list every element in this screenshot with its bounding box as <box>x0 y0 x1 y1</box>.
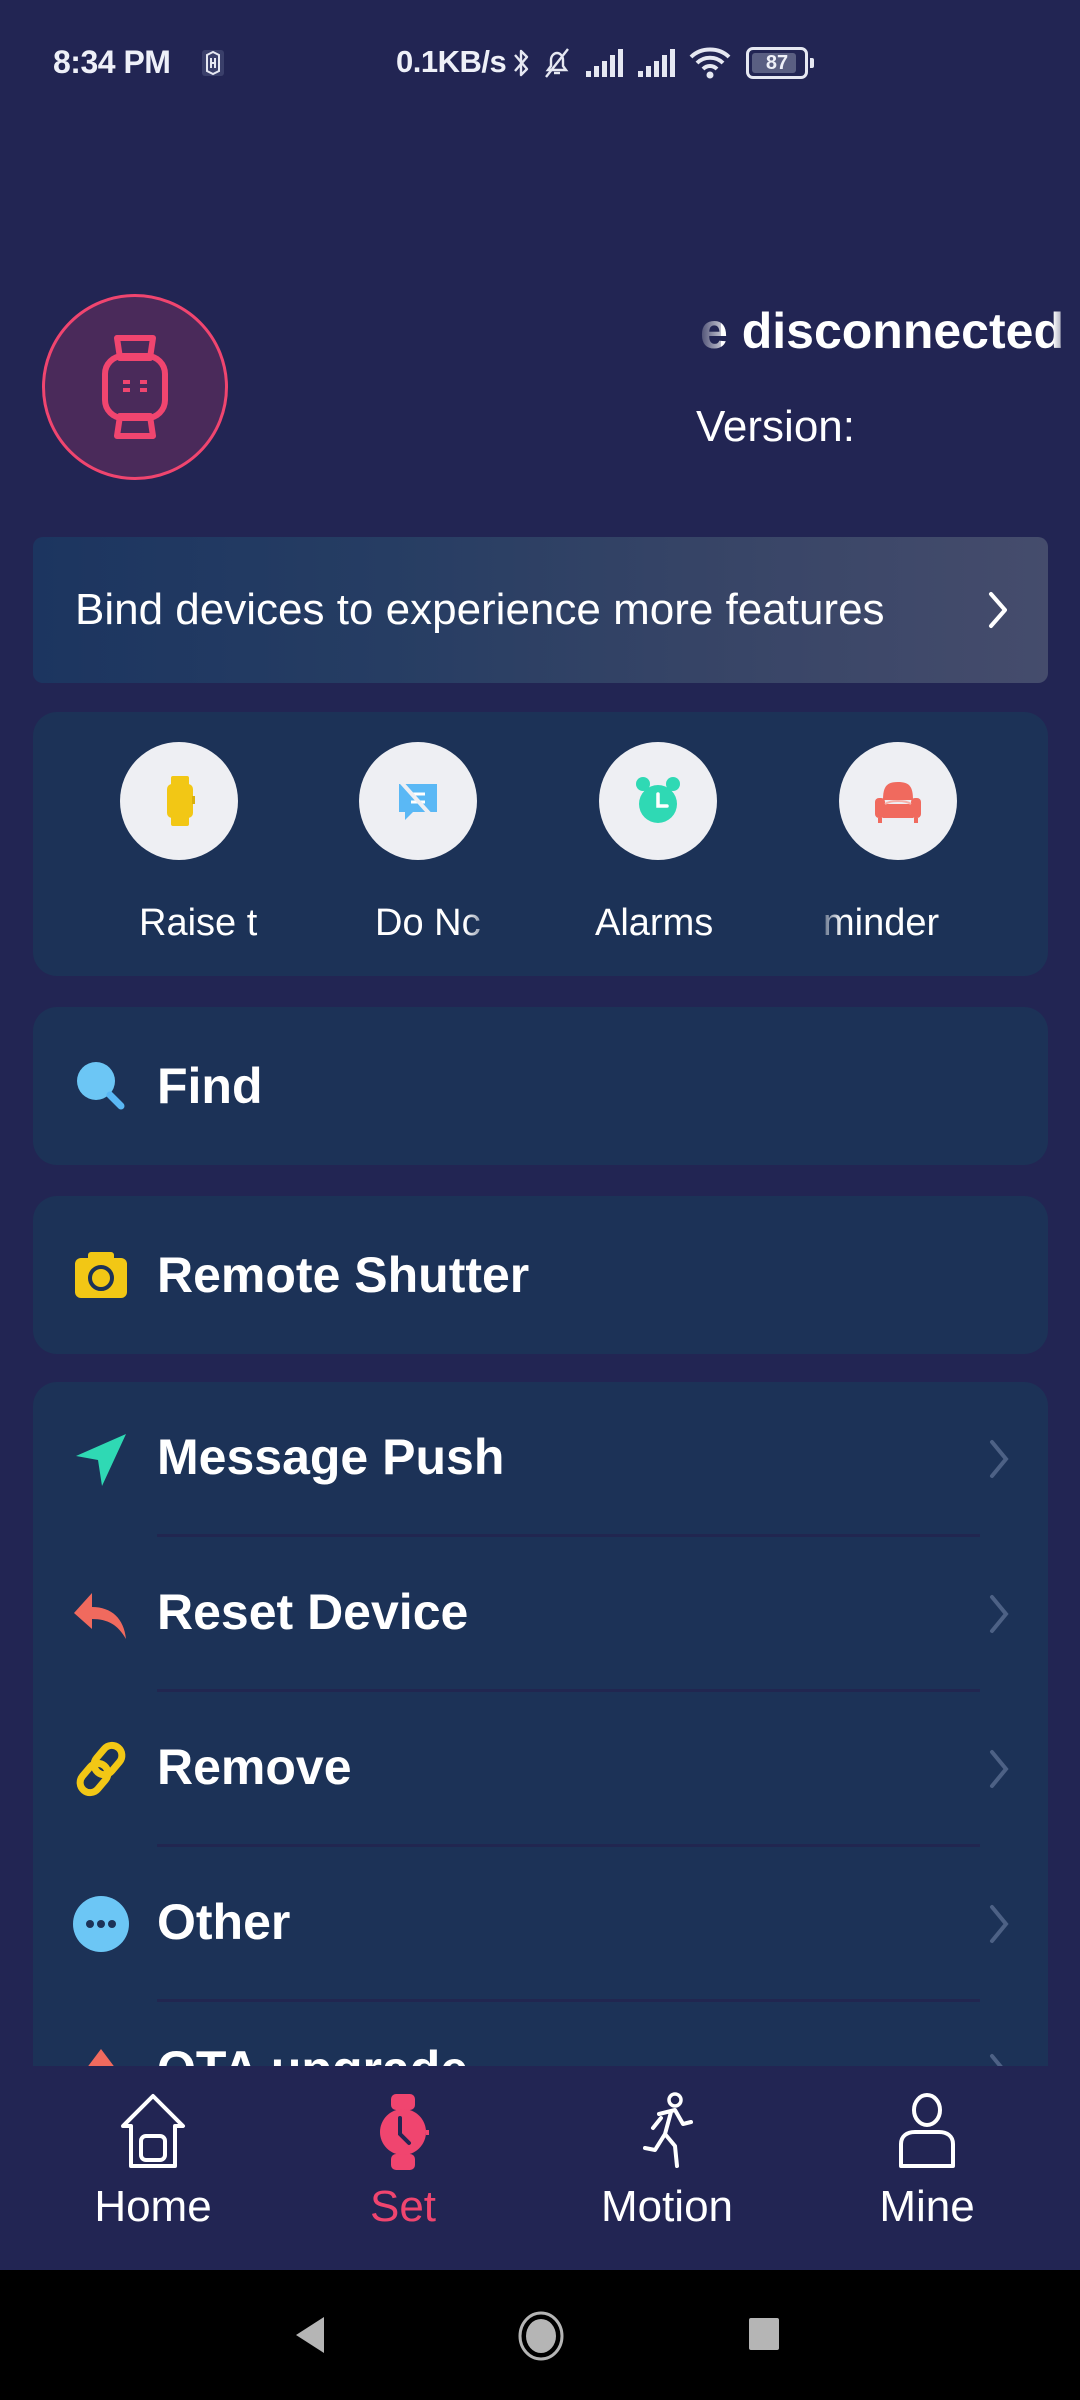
more-icon <box>71 1894 131 1954</box>
send-icon <box>71 1429 131 1489</box>
network-speed: 0.1KB/s <box>396 44 507 79</box>
nav-label: Mine <box>879 2182 975 2231</box>
chevron-right-icon <box>990 2054 1003 2066</box>
do-not-disturb-icon <box>399 780 437 822</box>
quick-item-alarms[interactable] <box>598 742 718 860</box>
list-item-message-push[interactable]: Message Push <box>33 1382 1048 1537</box>
marquee-fade-left <box>693 302 721 364</box>
wifi-icon <box>689 47 731 79</box>
search-icon <box>71 1056 131 1116</box>
quick-label-dnd: Do Nc <box>373 902 503 952</box>
device-status: e disconnected <box>700 303 1064 359</box>
chevron-right-icon <box>990 1595 1009 1633</box>
bell-muted-icon <box>545 48 569 78</box>
chevron-right-icon <box>990 1440 1009 1478</box>
camera-icon <box>71 1245 131 1305</box>
nav-label: Home <box>94 2182 212 2231</box>
label-fade <box>465 902 503 952</box>
home-icon <box>111 2092 195 2172</box>
quick-item-sedentary-reminder[interactable] <box>838 742 958 860</box>
list-item-other[interactable]: Other <box>33 1847 1048 2002</box>
marquee-fade-right <box>1053 302 1067 364</box>
list-item-label: Reset Device <box>157 1584 469 1640</box>
status-time: 8:34 PM <box>53 44 171 80</box>
upgrade-icon <box>71 2042 131 2066</box>
bind-devices-text: Bind devices to experience more features <box>75 585 885 634</box>
bluetooth-icon <box>514 49 529 77</box>
signal-icon <box>638 49 675 77</box>
chevron-right-icon <box>990 1905 1009 1943</box>
quick-item-raise-to-wake[interactable] <box>119 742 239 860</box>
watch-raise-icon <box>167 776 195 826</box>
nav-item-motion[interactable]: Motion <box>567 2067 767 2270</box>
device-status-marquee: e disconnected <box>693 302 1067 364</box>
device-avatar[interactable] <box>42 294 228 480</box>
running-icon <box>625 2092 709 2172</box>
list-item-remove[interactable]: Remove <box>33 1692 1048 1847</box>
alarm-clock-icon <box>636 777 680 823</box>
person-icon <box>885 2092 969 2172</box>
nav-label: Set <box>369 2182 437 2231</box>
battery-icon: 87 <box>746 47 814 79</box>
nav-item-home[interactable]: Home <box>53 2067 253 2270</box>
remote-shutter-button[interactable]: Remote Shutter <box>33 1196 1048 1354</box>
quick-label-text: Raise t <box>139 902 258 944</box>
quick-icon-circle <box>359 742 477 860</box>
chevron-right-icon <box>990 1750 1009 1788</box>
back-button[interactable] <box>292 2315 332 2355</box>
find-label: Find <box>157 1058 263 1114</box>
sedentary-sofa-icon <box>875 782 921 823</box>
quick-features-card: Raise t Do Nc Alarms minder <box>33 712 1048 976</box>
watch-icon <box>361 2092 445 2172</box>
quick-label-raise: Raise t <box>139 902 329 952</box>
battery-tip <box>810 58 814 68</box>
list-item-label: Other <box>157 1894 291 1950</box>
list-item-label: OTA upgrade <box>157 2040 468 2066</box>
list-item-reset-device[interactable]: Reset Device <box>33 1537 1048 1692</box>
label-fade <box>811 902 843 952</box>
quick-label-alarms: Alarms <box>593 902 773 952</box>
reset-arrow-icon <box>71 1584 131 1644</box>
quick-item-do-not-disturb[interactable] <box>358 742 478 860</box>
nav-item-set[interactable]: Set <box>303 2067 503 2270</box>
smartwatch-icon <box>102 335 168 439</box>
list-item-label: Remove <box>157 1739 352 1795</box>
list-item-label: Message Push <box>157 1429 505 1485</box>
status-bar: 8:34 PM 0.1KB/s 87 <box>0 0 1080 130</box>
home-button[interactable] <box>517 2310 565 2362</box>
bind-devices-banner[interactable]: Bind devices to experience more features <box>33 537 1048 683</box>
bottom-nav: Home Set Motion Mine <box>0 2067 1080 2270</box>
device-version: Version: <box>696 402 855 451</box>
quick-icon-circle <box>599 742 717 860</box>
hyper-app-icon <box>202 50 224 76</box>
find-button[interactable]: Find <box>33 1007 1048 1165</box>
remote-shutter-label: Remote Shutter <box>157 1247 530 1303</box>
list-item-ota-upgrade[interactable]: OTA upgrade <box>33 2002 1048 2066</box>
recents-button[interactable] <box>747 2316 781 2352</box>
nav-label: Motion <box>600 2182 734 2231</box>
quick-icon-circle <box>839 742 957 860</box>
link-icon <box>71 1739 131 1799</box>
settings-list-card: Message Push Reset Device Remove Other O… <box>33 1382 1048 2066</box>
status-icons: 87 <box>512 42 814 84</box>
signal-icon <box>586 49 623 77</box>
battery-level: 87 <box>765 52 789 74</box>
quick-label-text: Alarms <box>595 902 714 944</box>
system-nav-bar <box>0 2270 1080 2400</box>
label-fade <box>291 902 329 952</box>
quick-label-reminder: minder <box>811 902 971 952</box>
quick-icon-circle <box>120 742 238 860</box>
nav-item-mine[interactable]: Mine <box>827 2067 1027 2270</box>
chevron-right-icon <box>989 592 1007 628</box>
